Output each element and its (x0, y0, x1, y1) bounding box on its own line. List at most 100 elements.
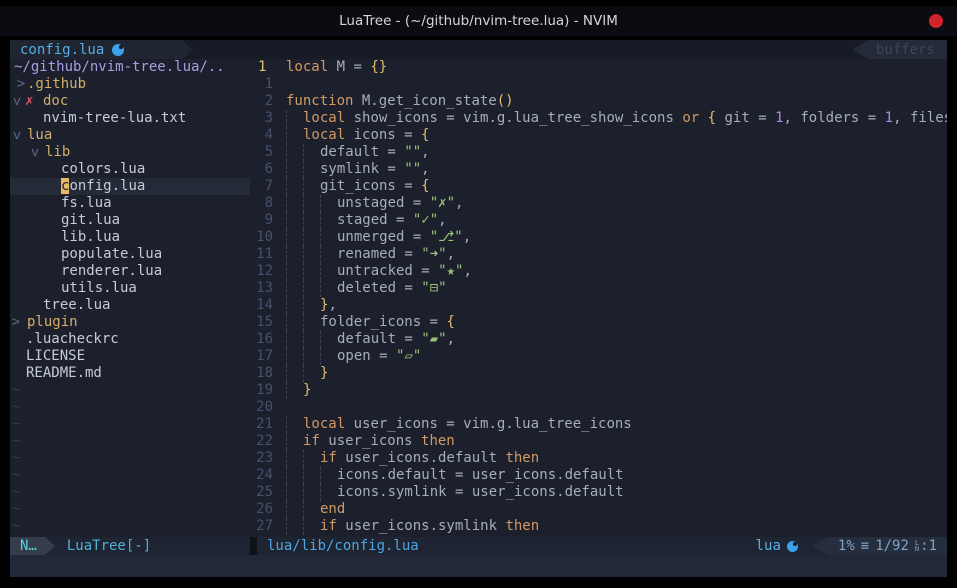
mode-label: N… (20, 538, 37, 554)
tree-row[interactable]: ~/github/nvim-tree.lua/.. (10, 59, 250, 76)
code-text: open = "▱" (286, 348, 947, 365)
indent-guide (320, 467, 337, 484)
indent-guide (286, 161, 303, 178)
tree-row[interactable]: colors.lua (10, 161, 250, 178)
tree-label: ~ (12, 416, 20, 433)
tree-label: README.md (26, 365, 102, 382)
code-text: unstaged = "✗", (286, 195, 947, 212)
code-line: 1 (250, 76, 947, 93)
tree-row[interactable]: git.lua (10, 212, 250, 229)
code-line: 1local M = {} (250, 59, 947, 76)
chevron-down-icon[interactable]: > (26, 148, 43, 158)
tree-row[interactable]: >lua (10, 127, 250, 144)
indent-guide (303, 348, 320, 365)
line-number: 26 (250, 501, 286, 518)
code-line: 26end (250, 501, 947, 518)
tree-row[interactable]: .luacheckrc (10, 331, 250, 348)
indent-guide (286, 229, 303, 246)
tree-row[interactable]: LICENSE (10, 348, 250, 365)
code-text: git_icons = { (286, 178, 947, 195)
chevron-right-icon[interactable]: > (16, 76, 26, 93)
tree-label: config.lua (61, 178, 145, 195)
code-line: 10unmerged = "⎇", (250, 229, 947, 246)
line-number: 9 (250, 212, 286, 229)
indent-guide (303, 297, 320, 314)
code-line: 8unstaged = "✗", (250, 195, 947, 212)
tree-row[interactable]: README.md (10, 365, 250, 382)
code-line: 23if user_icons.default then (250, 450, 947, 467)
filler-line: ~ (10, 467, 250, 484)
tree-row[interactable]: >.github (10, 76, 250, 93)
line-number: 1 (250, 59, 286, 76)
filetype-label: lua (756, 537, 781, 555)
tree-label: ~ (12, 484, 20, 501)
code-line: 14}, (250, 297, 947, 314)
indent-guide (303, 518, 320, 535)
indent-guide (320, 212, 337, 229)
lua-icon (787, 541, 798, 552)
buffers-button[interactable]: buffers (852, 40, 947, 59)
indent-guide (320, 229, 337, 246)
tree-row[interactable]: config.lua (10, 178, 250, 195)
tree-row[interactable]: lib.lua (10, 229, 250, 246)
filler-line: ~ (10, 484, 250, 501)
close-button[interactable] (929, 14, 943, 28)
command-line[interactable] (10, 555, 947, 577)
tree-label: fs.lua (61, 195, 112, 212)
tree-row[interactable]: fs.lua (10, 195, 250, 212)
tree-row[interactable]: tree.lua (10, 297, 250, 314)
tab-config-lua[interactable]: config.lua (10, 40, 182, 59)
mode-indicator: N… (10, 537, 45, 555)
code-text: function M.get_icon_state() (286, 93, 947, 110)
line-number: 4 (250, 127, 286, 144)
chevron-down-icon[interactable]: > (10, 97, 25, 107)
line-number: 25 (250, 484, 286, 501)
indent-guide (303, 212, 320, 229)
line-number: 2 (250, 93, 286, 110)
tree-row[interactable]: >lib (10, 144, 250, 161)
chevron-right-icon[interactable]: > (11, 314, 21, 331)
tree-label: .github (27, 76, 86, 93)
code-line: 6symlink = "", (250, 161, 947, 178)
indent-guide (303, 484, 320, 501)
code-text: icons.symlink = user_icons.default (286, 484, 947, 501)
indent-guide (303, 365, 320, 382)
code-text: default = "▰", (286, 331, 947, 348)
line-number: 14 (250, 297, 286, 314)
indent-guide (303, 501, 320, 518)
tree-label: ~ (12, 501, 20, 518)
code-line: 24icons.default = user_icons.default (250, 467, 947, 484)
line-number: 17 (250, 348, 286, 365)
code-text: local M = {} (286, 59, 947, 76)
code-text: local show_icons = vim.g.lua_tree_show_i… (286, 110, 947, 127)
tree-label: colors.lua (61, 161, 145, 178)
tree-row[interactable]: nvim-tree-lua.txt (10, 110, 250, 127)
line-number: 24 (250, 467, 286, 484)
chevron-down-icon[interactable]: > (10, 131, 25, 141)
line-number: 21 (250, 416, 286, 433)
code-line: 7git_icons = { (250, 178, 947, 195)
tree-label: nvim-tree-lua.txt (43, 110, 186, 127)
tree-row[interactable]: >✗doc (10, 93, 250, 110)
tree-row[interactable]: >plugin (10, 314, 250, 331)
filler-line: ~ (10, 518, 250, 535)
code-line: 13deleted = "⊟" (250, 280, 947, 297)
code-text: icons.default = user_icons.default (286, 467, 947, 484)
progress-percent: 1% (838, 537, 855, 555)
indent-guide (286, 331, 303, 348)
tree-row[interactable]: utils.lua (10, 280, 250, 297)
filler-line: ~ (10, 399, 250, 416)
tree-row[interactable]: renderer.lua (10, 263, 250, 280)
indent-guide (286, 365, 303, 382)
indent-guide (286, 144, 303, 161)
line-number: 6 (250, 161, 286, 178)
indent-guide (286, 263, 303, 280)
line-number: 5 (250, 144, 286, 161)
cursor-position-chip: 1% ≡ 1/92 LN :1 (812, 537, 947, 555)
tree-label: LICENSE (26, 348, 85, 365)
tree-label: ~ (12, 450, 20, 467)
tree-row[interactable]: populate.lua (10, 246, 250, 263)
line-number-icon: LN (915, 540, 919, 552)
indent-guide (303, 314, 320, 331)
lua-icon (112, 44, 124, 56)
